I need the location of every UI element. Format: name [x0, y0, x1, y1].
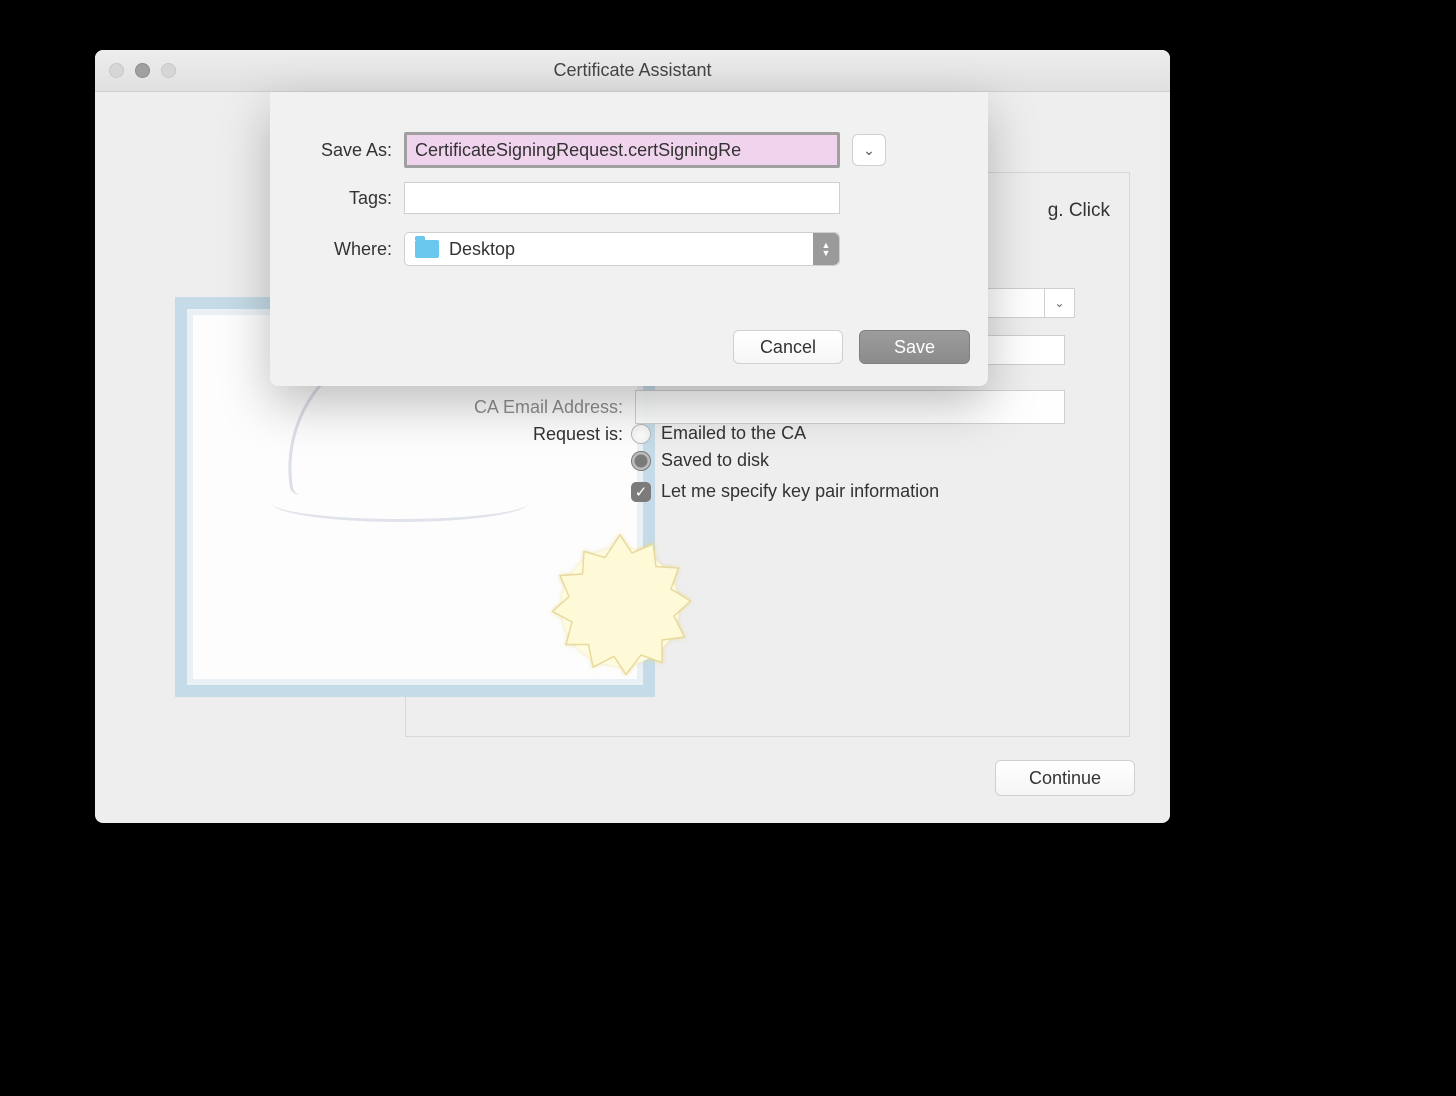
request-options: Emailed to the CA Saved to disk ✓ Let me…: [631, 423, 939, 502]
tags-row: Tags:: [288, 182, 840, 214]
zoom-window-button[interactable]: [161, 63, 176, 78]
save-sheet: Save As: CertificateSigningRequest.certS…: [270, 92, 988, 386]
cancel-button[interactable]: Cancel: [733, 330, 843, 364]
where-row: Where: Desktop ▲▼: [288, 232, 840, 266]
save-as-input[interactable]: CertificateSigningRequest.certSigningRe: [404, 132, 840, 168]
tags-label: Tags:: [288, 188, 404, 209]
certificate-flourish2-icon: [270, 482, 530, 522]
ca-email-input[interactable]: [635, 390, 1065, 424]
sheet-buttons: Cancel Save: [733, 330, 970, 364]
save-as-label: Save As:: [288, 140, 404, 161]
tags-input[interactable]: [404, 182, 840, 214]
radio-selected-icon: [631, 451, 651, 471]
folder-icon: [415, 240, 439, 258]
updown-stepper-icon: ▲▼: [813, 233, 839, 265]
radio-saved-label: Saved to disk: [661, 450, 769, 471]
where-select[interactable]: Desktop ▲▼: [404, 232, 840, 266]
titlebar: Certificate Assistant: [95, 50, 1170, 92]
checkbox-specify-keypair[interactable]: ✓ Let me specify key pair information: [631, 481, 939, 502]
radio-saved-to-disk[interactable]: Saved to disk: [631, 450, 939, 471]
certificate-assistant-window: Certificate Assistant g. Click ⌄: [95, 50, 1170, 823]
radio-emailed-label: Emailed to the CA: [661, 423, 806, 444]
where-label: Where:: [288, 239, 404, 260]
certificate-seal-icon: [545, 532, 695, 682]
save-as-row: Save As: CertificateSigningRequest.certS…: [288, 132, 886, 168]
minimize-window-button[interactable]: [135, 63, 150, 78]
save-button[interactable]: Save: [859, 330, 970, 364]
traffic-lights: [95, 63, 176, 78]
continue-button[interactable]: Continue: [995, 760, 1135, 796]
chevron-down-icon[interactable]: ⌄: [1045, 288, 1075, 318]
checkbox-keypair-label: Let me specify key pair information: [661, 481, 939, 502]
expand-save-panel-button[interactable]: ⌄: [852, 134, 886, 166]
radio-emailed-to-ca[interactable]: Emailed to the CA: [631, 423, 939, 444]
checkbox-checked-icon: ✓: [631, 482, 651, 502]
window-title: Certificate Assistant: [95, 60, 1170, 81]
window-content: g. Click ⌄ CA Email Address:: [95, 92, 1170, 823]
close-window-button[interactable]: [109, 63, 124, 78]
ca-email-label: CA Email Address:: [445, 397, 635, 418]
chevron-down-icon: ⌄: [863, 142, 875, 159]
request-is-label-row: Request is:: [505, 424, 635, 445]
ca-email-row: CA Email Address:: [445, 390, 1065, 424]
instruction-text: g. Click: [1048, 200, 1110, 222]
radio-icon: [631, 424, 651, 444]
where-value: Desktop: [449, 239, 515, 260]
request-is-label: Request is:: [505, 424, 635, 445]
